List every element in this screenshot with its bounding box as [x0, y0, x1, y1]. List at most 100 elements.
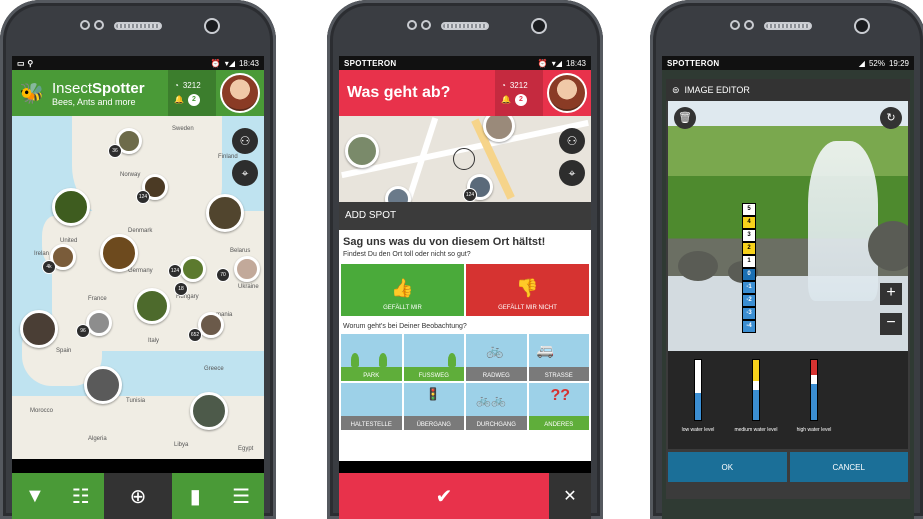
land-scandinavia — [72, 116, 222, 226]
ruler-mark: -2 — [742, 294, 756, 307]
spot-pin[interactable] — [234, 256, 260, 282]
page-title: Was geht ab? — [347, 84, 451, 101]
status-time: 18:43 — [565, 58, 586, 68]
category-anderes[interactable]: ?? ANDERES — [528, 383, 589, 430]
avatar[interactable] — [547, 73, 587, 113]
spot-map[interactable]: Sweden Finland Norway Denmark Irelan Uni… — [12, 116, 264, 459]
ruler-mark: 0 — [742, 268, 756, 281]
category-label: ANDERES — [544, 422, 574, 428]
app-subtitle: Bees, Ants and more — [52, 96, 136, 107]
category-strasse[interactable]: 🚐 STRASSE — [528, 334, 589, 381]
category-haltestelle[interactable]: HALTESTELLE — [341, 383, 402, 430]
light-sensor — [744, 20, 754, 30]
spot-pin[interactable] — [206, 194, 244, 232]
spot-pin[interactable] — [100, 234, 138, 272]
earpiece — [114, 22, 162, 30]
proximity-sensor — [80, 20, 90, 30]
map-label: Belarus — [230, 248, 251, 254]
avatar[interactable] — [220, 73, 260, 113]
photo-canvas[interactable]: 5 4 3 2 1 0 -1 -2 -3 -4 🗑 ↻ + − — [668, 101, 908, 351]
app-name-bold: Spotter — [92, 79, 145, 97]
thumbs-up-icon: 👍 — [391, 278, 414, 298]
spot-pin[interactable] — [84, 366, 122, 404]
category-durchgang[interactable]: 🚲🚲 DURCHGANG — [466, 383, 527, 430]
crosshair-icon[interactable] — [453, 148, 475, 170]
dislike-button[interactable]: 👎 GEFÄLLT MIR NICHT — [466, 264, 589, 316]
user-stats[interactable]: ◔ 3212 🔔 2 — [495, 70, 543, 116]
zoom-in-button[interactable]: + — [880, 283, 902, 305]
notification-icons: ▭ ⚲ — [17, 58, 34, 68]
phone-add-spot: SPOTTERON ⏰ ▾◢ 18:43 Was geht ab? ◔ 3212 🔔 2… — [327, 0, 603, 519]
water-level-ruler[interactable]: 5 4 3 2 1 0 -1 -2 -3 -4 — [742, 203, 756, 333]
status-bar: SPOTTERON ⏰ ▾◢ 18:43 — [339, 56, 591, 70]
binoculars-icon[interactable]: ⚇ — [232, 128, 258, 154]
rock — [678, 251, 718, 281]
ok-button[interactable]: OK — [668, 452, 787, 482]
preset-label: low water level — [681, 427, 715, 433]
category-label: FUSSWEG — [418, 373, 449, 379]
map-label: Egypt — [238, 446, 254, 452]
locate-icon[interactable]: ⌖ — [232, 160, 258, 186]
locate-icon[interactable]: ⌖ — [559, 160, 585, 186]
zoom-out-button[interactable]: − — [880, 313, 902, 335]
menu-icon[interactable]: ☰ — [218, 473, 264, 519]
trash-icon[interactable]: 🗑 — [674, 107, 696, 129]
stats-icon[interactable]: ▮ — [172, 473, 219, 519]
preset-medium[interactable]: medium water level — [730, 359, 782, 449]
cancel-button[interactable]: CANCEL — [789, 452, 908, 482]
map-label: Libya — [174, 442, 189, 448]
bee-logo-icon: 🐝 — [19, 82, 45, 105]
spot-pin[interactable] — [52, 188, 90, 226]
spot-pin[interactable] — [134, 288, 170, 324]
confirm-button[interactable]: ✔ — [339, 473, 549, 519]
mini-ruler — [810, 359, 818, 421]
map-label: Algeria — [88, 436, 107, 442]
filter-icon[interactable]: ▼ — [12, 473, 58, 519]
spot-pin[interactable] — [385, 186, 411, 202]
preset-low[interactable]: low water level — [672, 359, 724, 449]
cluster-count[interactable]: 36 — [108, 144, 122, 158]
category-fussweg[interactable]: FUSSWEG — [403, 334, 464, 381]
notification-badge: 2 — [514, 93, 527, 106]
light-sensor — [421, 20, 431, 30]
signal-icon: ▾◢ — [224, 58, 235, 68]
cluster-count[interactable]: 124 — [168, 264, 182, 278]
cluster-count[interactable]: 96 — [76, 324, 90, 338]
category-radweg[interactable]: 🚲 RADWEG — [466, 334, 527, 381]
spot-pin[interactable] — [345, 134, 379, 168]
waterfall — [808, 141, 878, 301]
alarm-icon: ⏰ — [537, 58, 548, 68]
map-label: Greece — [204, 366, 224, 372]
list-icon[interactable]: ☷ — [57, 473, 104, 519]
earpiece — [764, 22, 812, 30]
like-button[interactable]: 👍 GEFÄLLT MIR — [341, 264, 464, 316]
cluster-count[interactable]: 70 — [216, 268, 230, 282]
rotate-icon[interactable]: ↻ — [880, 107, 902, 129]
spot-pin[interactable] — [20, 310, 58, 348]
add-spot-icon[interactable]: ⊕ — [103, 473, 173, 519]
street-map[interactable]: 124 ⚇ ⌖ — [339, 116, 591, 202]
cluster-count[interactable]: 18 — [174, 282, 188, 296]
cluster-count[interactable]: 652 — [188, 328, 202, 342]
cluster-count[interactable]: 124 — [463, 188, 477, 202]
category-uebergang[interactable]: 🚦 ÜBERGANG — [403, 383, 464, 430]
map-label: Tunisia — [126, 398, 146, 404]
cluster-count[interactable]: 124 — [136, 190, 150, 204]
user-stats[interactable]: ◔ 3212 🔔 2 — [168, 70, 216, 116]
light-sensor — [94, 20, 104, 30]
cancel-button[interactable]: ✕ — [549, 473, 591, 519]
map-label: Sweden — [172, 126, 194, 132]
section-title: ADD SPOT — [339, 202, 591, 230]
close-icon: ✕ — [563, 488, 577, 505]
binoculars-icon[interactable]: ⚇ — [559, 128, 585, 154]
status-icons: ⏰ ▾◢ 18:43 — [211, 59, 259, 68]
battery-level: 52% — [868, 58, 885, 68]
map-label: Irelan — [34, 251, 50, 257]
preset-high[interactable]: high water level — [788, 359, 840, 449]
spot-pin[interactable] — [190, 392, 228, 430]
preset-label: medium water level — [734, 427, 778, 433]
category-park[interactable]: PARK — [341, 334, 402, 381]
bus-icon: 🚐 — [536, 342, 554, 358]
spot-pin[interactable] — [180, 256, 206, 282]
cluster-count[interactable]: 4k — [42, 260, 56, 274]
